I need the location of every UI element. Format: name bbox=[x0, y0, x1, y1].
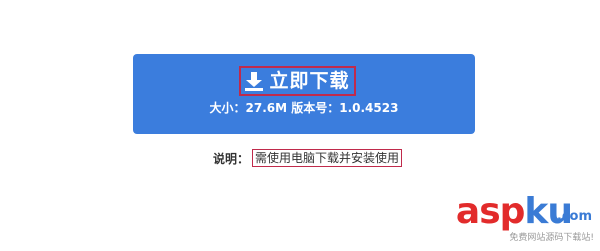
watermark-logo-text: aspku bbox=[455, 191, 573, 232]
download-button-label: 立即下载 bbox=[269, 69, 350, 92]
note-text: 需使用电脑下载并安装使用 bbox=[252, 149, 403, 167]
download-icon bbox=[245, 71, 264, 91]
download-button[interactable]: 立即下载 大小：27.6M 版本号：1.0.4523 bbox=[133, 54, 475, 134]
note-row: 说明： 需使用电脑下载并安装使用 bbox=[213, 149, 403, 167]
download-title-highlight: 立即下载 bbox=[239, 66, 356, 96]
watermark-dotcom: .com bbox=[556, 209, 592, 224]
note-label: 说明： bbox=[213, 151, 250, 166]
download-meta-info: 大小：27.6M 版本号：1.0.4523 bbox=[209, 101, 399, 115]
watermark-logo: aspku .com 免费网站源码下载站! bbox=[424, 192, 594, 248]
watermark-subtitle: 免费网站源码下载站! bbox=[509, 233, 594, 243]
